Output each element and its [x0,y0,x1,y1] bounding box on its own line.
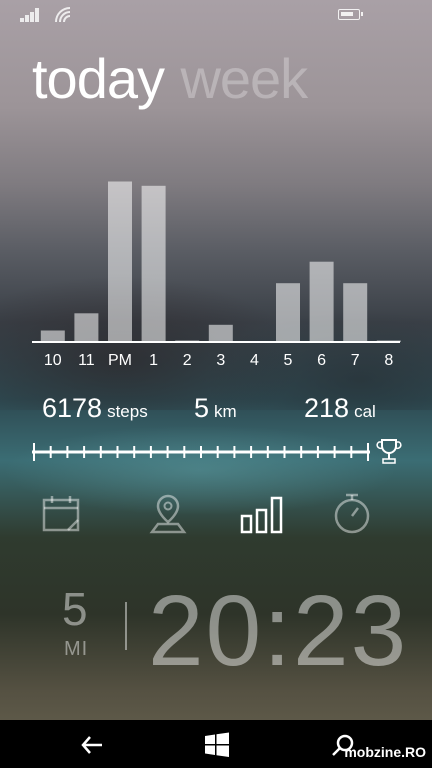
chart-tick-label: 5 [284,352,293,369]
stopwatch-icon[interactable] [330,492,374,536]
stats-row: 6178 steps 5 km 218 cal [32,393,382,427]
steps-value: 6178 [42,393,103,423]
tracker-time: 20:23 [148,575,409,687]
calendar-icon[interactable] [40,492,84,536]
back-icon[interactable] [80,732,106,758]
chart-tick-label: 8 [384,352,393,369]
steps-unit: steps [107,402,148,421]
distance-unit: km [214,402,237,421]
pivot-today[interactable]: today [32,47,165,110]
chart-tick-label: 1 [149,352,158,369]
chart-bar-5 [276,283,300,342]
chart-bar-6 [309,261,334,342]
wifi-icon [54,6,74,24]
map-pin-icon[interactable] [146,492,190,536]
calories-unit: cal [354,402,376,421]
chart-bar-11 [74,313,99,342]
chart-tick-label: 2 [183,352,192,369]
chart-svg: 10 11 PM 1 2 3 4 5 6 7 8 [32,181,401,369]
trophy-icon [376,439,402,464]
chart-tick-label: 10 [44,352,62,369]
chart-tick-label: 6 [317,352,326,369]
windows-icon[interactable] [204,732,230,758]
chart-tick-label: 3 [216,352,225,369]
pivot-week[interactable]: week [180,47,308,110]
tracker-divider [125,602,127,650]
chart-bar-10 [40,330,65,342]
tracker-distance-unit: MI [64,638,89,660]
chart-tick-label: 4 [250,352,259,369]
pivot-header: today week [32,46,308,111]
chart-tick-label: 11 [78,352,95,369]
battery-icon [338,9,363,20]
calories-value: 218 [304,393,350,423]
chart-tick-label: 7 [351,352,360,369]
chart-bar-3 [208,324,233,342]
chart-bar-1 [141,185,166,342]
daily-goal-track [32,438,412,468]
signal-icon [20,8,44,22]
watermark: mobzine.RO [344,744,426,760]
tracker-distance-value: 5 [62,583,88,635]
bar-chart-icon[interactable] [240,492,284,536]
distance-stat: 5 km [194,393,237,424]
tracker-readout: 5 MI 20:23 [60,575,420,687]
calories-stat: 218 cal [304,393,376,424]
status-bar [0,0,432,30]
chart-bar-pm [108,181,132,342]
view-switcher [40,492,392,536]
chart-tick-label: PM [108,352,132,369]
goal-svg [32,439,402,464]
distance-value: 5 [194,393,210,423]
hourly-steps-chart: 10 11 PM 1 2 3 4 5 6 7 8 [32,150,402,375]
steps-stat: 6178 steps [42,393,148,424]
chart-bar-7 [343,283,368,342]
